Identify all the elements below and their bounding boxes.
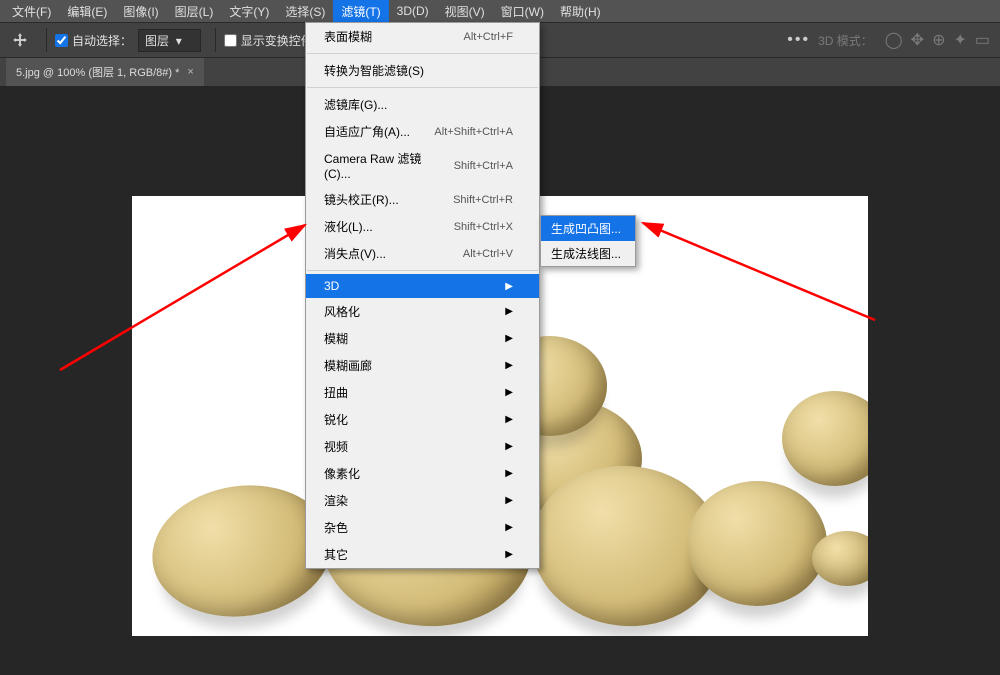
image-content [687,481,827,606]
slide-3d-icon: ⊕ [932,30,945,50]
pan-3d-icon: ✥ [911,30,924,50]
menu-separator [307,270,538,271]
menu-窗口[interactable]: 窗口(W) [493,0,552,23]
menu-图层[interactable]: 图层(L) [167,0,222,23]
orbit-3d-icon: ◯ [885,30,903,50]
menu-separator [307,53,538,54]
close-icon[interactable]: × [187,66,193,78]
scale-3d-icon: ✦ [953,30,966,50]
document-tab[interactable]: 5.jpg @ 100% (图层 1, RGB/8#) * × [6,58,204,86]
menu-item[interactable]: 转换为智能滤镜(S) [306,57,539,84]
menu-item[interactable]: 镜头校正(R)...Shift+Ctrl+R [306,186,539,213]
menu-item[interactable]: 表面模糊Alt+Ctrl+F [306,23,539,50]
filter-3d-submenu: 生成凹凸图...生成法线图... [540,215,636,267]
mode-3d-label: 3D 模式： [818,32,873,49]
cube-3d-icon: ▭ [975,30,990,50]
show-transform-label: 显示变换控件 [241,32,313,49]
separator [46,28,47,52]
menu-item[interactable]: 3D▶ [306,274,539,298]
separator [215,28,216,52]
menu-item[interactable]: 像素化▶ [306,460,539,487]
auto-select-checkbox[interactable]: 自动选择： [55,32,132,49]
menu-item[interactable]: 其它▶ [306,541,539,568]
menu-item[interactable]: 模糊画廊▶ [306,352,539,379]
menu-滤镜[interactable]: 滤镜(T) [333,0,388,23]
menu-item[interactable]: Camera Raw 滤镜(C)...Shift+Ctrl+A [306,145,539,186]
menu-编辑[interactable]: 编辑(E) [59,0,115,23]
show-transform-checkbox[interactable]: 显示变换控件 [224,32,313,49]
menu-item[interactable]: 生成法线图... [541,241,635,266]
menu-item[interactable]: 模糊▶ [306,325,539,352]
menu-item[interactable]: 视频▶ [306,433,539,460]
menu-item[interactable]: 锐化▶ [306,406,539,433]
menu-bar: 文件(F)编辑(E)图像(I)图层(L)文字(Y)选择(S)滤镜(T)3D(D)… [0,0,1000,22]
menu-3d[interactable]: 3D(D) [389,1,437,21]
menu-选择[interactable]: 选择(S) [277,0,333,23]
move-tool-icon[interactable] [6,26,34,54]
menu-separator [307,87,538,88]
menu-item[interactable]: 液化(L)...Shift+Ctrl+X [306,213,539,240]
menu-帮助[interactable]: 帮助(H) [552,0,609,23]
menu-文件[interactable]: 文件(F) [4,0,59,23]
menu-item[interactable]: 渲染▶ [306,487,539,514]
filter-menu: 表面模糊Alt+Ctrl+F 转换为智能滤镜(S) 滤镜库(G)...自适应广角(A… [305,22,540,569]
menu-item[interactable]: 扭曲▶ [306,379,539,406]
auto-select-label: 自动选择： [72,32,132,49]
menu-item[interactable]: 消失点(V)...Alt+Ctrl+V [306,240,539,267]
overflow-icon[interactable]: ••• [787,31,810,49]
image-content [782,391,868,486]
auto-select-mode-select[interactable]: 图层 ▾ [138,29,201,52]
menu-item[interactable]: 生成凹凸图... [541,216,635,241]
menu-item[interactable]: 杂色▶ [306,514,539,541]
document-tab-title: 5.jpg @ 100% (图层 1, RGB/8#) * [16,64,179,80]
menu-item[interactable]: 风格化▶ [306,298,539,325]
menu-item[interactable]: 滤镜库(G)... [306,91,539,118]
menu-文字[interactable]: 文字(Y) [221,0,277,23]
image-content [812,531,868,586]
menu-item[interactable]: 自适应广角(A)...Alt+Shift+Ctrl+A [306,118,539,145]
menu-视图[interactable]: 视图(V) [437,0,493,23]
menu-图像[interactable]: 图像(I) [115,0,166,23]
